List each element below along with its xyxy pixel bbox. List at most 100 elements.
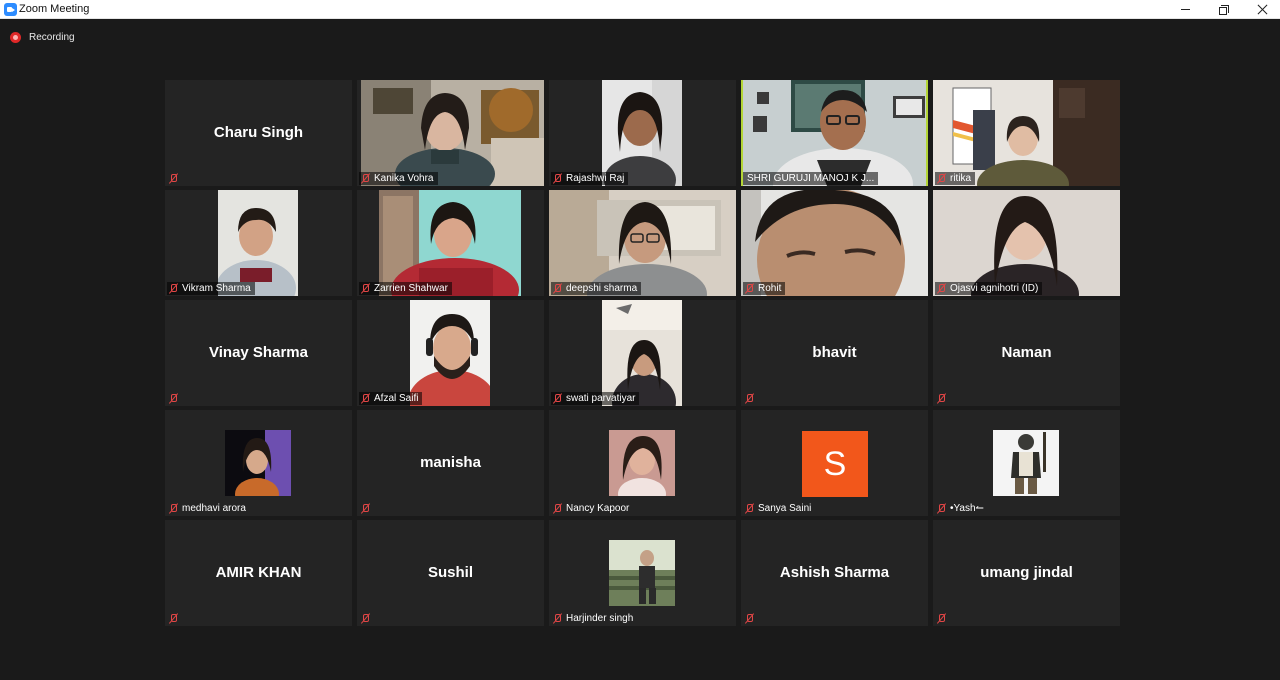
record-icon [10, 31, 21, 43]
participant-tile-active-speaker[interactable]: SHRI GURUJI MANOJ K J... [741, 80, 928, 186]
muted-mic-icon [744, 283, 755, 294]
restore-icon [1219, 4, 1229, 15]
muted-mic-icon [168, 613, 179, 624]
muted-mic-icon [744, 393, 755, 404]
participant-label: deepshi sharma [551, 282, 642, 295]
participant-name: Vikram Sharma [182, 283, 251, 294]
participant-label [359, 502, 375, 515]
participant-video [361, 80, 544, 186]
muted-mic-icon [360, 503, 371, 514]
participant-tile[interactable]: umang jindal [933, 520, 1120, 626]
muted-mic-icon [744, 613, 755, 624]
participant-name: Ojasvi agnihotri (ID) [950, 283, 1039, 294]
avatar-initial: S [802, 431, 868, 497]
muted-mic-icon [552, 503, 563, 514]
participant-name: Afzal Saifi [374, 393, 419, 404]
participant-name: Kanika Vohra [374, 173, 434, 184]
muted-mic-icon [936, 613, 947, 624]
participant-label: Rohit [743, 282, 786, 295]
participant-video [410, 300, 490, 406]
participant-name: medhavi arora [182, 503, 246, 514]
participant-name: bhavit [812, 344, 857, 361]
participant-tile[interactable]: Vikram Sharma [165, 190, 352, 296]
participant-tile[interactable]: S Sanya Saini [741, 410, 928, 516]
close-icon [1257, 4, 1268, 15]
participant-tile[interactable]: bhavit [741, 300, 928, 406]
participant-tile[interactable]: deepshi sharma [549, 190, 736, 296]
participant-tile[interactable]: Zarrien Shahwar [357, 190, 544, 296]
muted-mic-icon [552, 283, 563, 294]
participant-name: •Yash↼ [950, 503, 984, 514]
participant-name: Rohit [758, 283, 782, 294]
muted-mic-icon [936, 393, 947, 404]
participant-label: Sanya Saini [743, 502, 815, 515]
participant-tile[interactable]: Afzal Saifi [357, 300, 544, 406]
muted-mic-icon [168, 173, 179, 184]
zoom-app-icon [4, 3, 17, 16]
participant-label [743, 612, 759, 625]
participant-video [933, 80, 1120, 186]
profile-picture [993, 430, 1059, 496]
participant-label: Afzal Saifi [359, 392, 423, 405]
participant-video [741, 190, 928, 296]
window-title: Zoom Meeting [19, 3, 90, 15]
participant-video [602, 300, 682, 406]
participant-video [743, 80, 926, 186]
profile-picture [609, 430, 675, 496]
muted-mic-icon [360, 173, 371, 184]
participant-video [549, 190, 736, 296]
participant-name: deepshi sharma [566, 283, 638, 294]
restore-button[interactable] [1203, 0, 1243, 19]
participant-tile[interactable]: ritika [933, 80, 1120, 186]
participant-label [167, 612, 183, 625]
muted-mic-icon [552, 613, 563, 624]
participant-video [602, 80, 682, 186]
participant-label: Vikram Sharma [167, 282, 255, 295]
participant-tile[interactable]: •Yash↼ [933, 410, 1120, 516]
muted-mic-icon [552, 173, 563, 184]
participant-tile[interactable]: Ojasvi agnihotri (ID) [933, 190, 1120, 296]
muted-mic-icon [168, 283, 179, 294]
participant-name: Sushil [427, 564, 473, 581]
participant-name: Ashish Sharma [779, 564, 890, 581]
participant-label [167, 392, 183, 405]
participant-label: Ojasvi agnihotri (ID) [935, 282, 1043, 295]
participant-label: SHRI GURUJI MANOJ K J... [743, 172, 879, 185]
participant-name: Vinay Sharma [209, 344, 308, 361]
participant-tile[interactable]: Vinay Sharma [165, 300, 352, 406]
muted-mic-icon [168, 503, 179, 514]
participant-video [218, 190, 298, 296]
participant-tile[interactable]: AMIR KHAN [165, 520, 352, 626]
participant-tile[interactable]: Rajashwi Raj [549, 80, 736, 186]
participant-tile[interactable]: Naman [933, 300, 1120, 406]
participant-tile[interactable]: swati parvatiyar [549, 300, 736, 406]
close-button[interactable] [1242, 0, 1280, 19]
participant-name: AMIR KHAN [215, 564, 302, 581]
participant-label: Kanika Vohra [359, 172, 438, 185]
minimize-button[interactable] [1165, 0, 1205, 19]
recording-indicator[interactable]: Recording [10, 30, 75, 44]
muted-mic-icon [360, 613, 371, 624]
participant-label: medhavi arora [167, 502, 250, 515]
participant-name: Harjinder singh [566, 613, 634, 624]
participant-tile[interactable]: Harjinder singh [549, 520, 736, 626]
participant-tile[interactable]: Kanika Vohra [357, 80, 544, 186]
minimize-icon [1180, 9, 1190, 10]
participant-tile[interactable]: Sushil [357, 520, 544, 626]
participant-tile[interactable]: Nancy Kapoor [549, 410, 736, 516]
participant-name: Nancy Kapoor [566, 503, 630, 514]
participant-video [933, 190, 1120, 296]
participant-name: SHRI GURUJI MANOJ K J... [747, 173, 875, 184]
participant-name: Zarrien Shahwar [374, 283, 448, 294]
muted-mic-icon [744, 503, 755, 514]
profile-picture [609, 540, 675, 606]
participant-label [167, 172, 183, 185]
participant-tile[interactable]: Ashish Sharma [741, 520, 928, 626]
participant-tile[interactable]: manisha [357, 410, 544, 516]
muted-mic-icon [360, 283, 371, 294]
muted-mic-icon [936, 283, 947, 294]
participant-tile[interactable]: Charu Singh [165, 80, 352, 186]
participant-tile[interactable]: Rohit [741, 190, 928, 296]
participant-tile[interactable]: medhavi arora [165, 410, 352, 516]
participant-label [359, 612, 375, 625]
